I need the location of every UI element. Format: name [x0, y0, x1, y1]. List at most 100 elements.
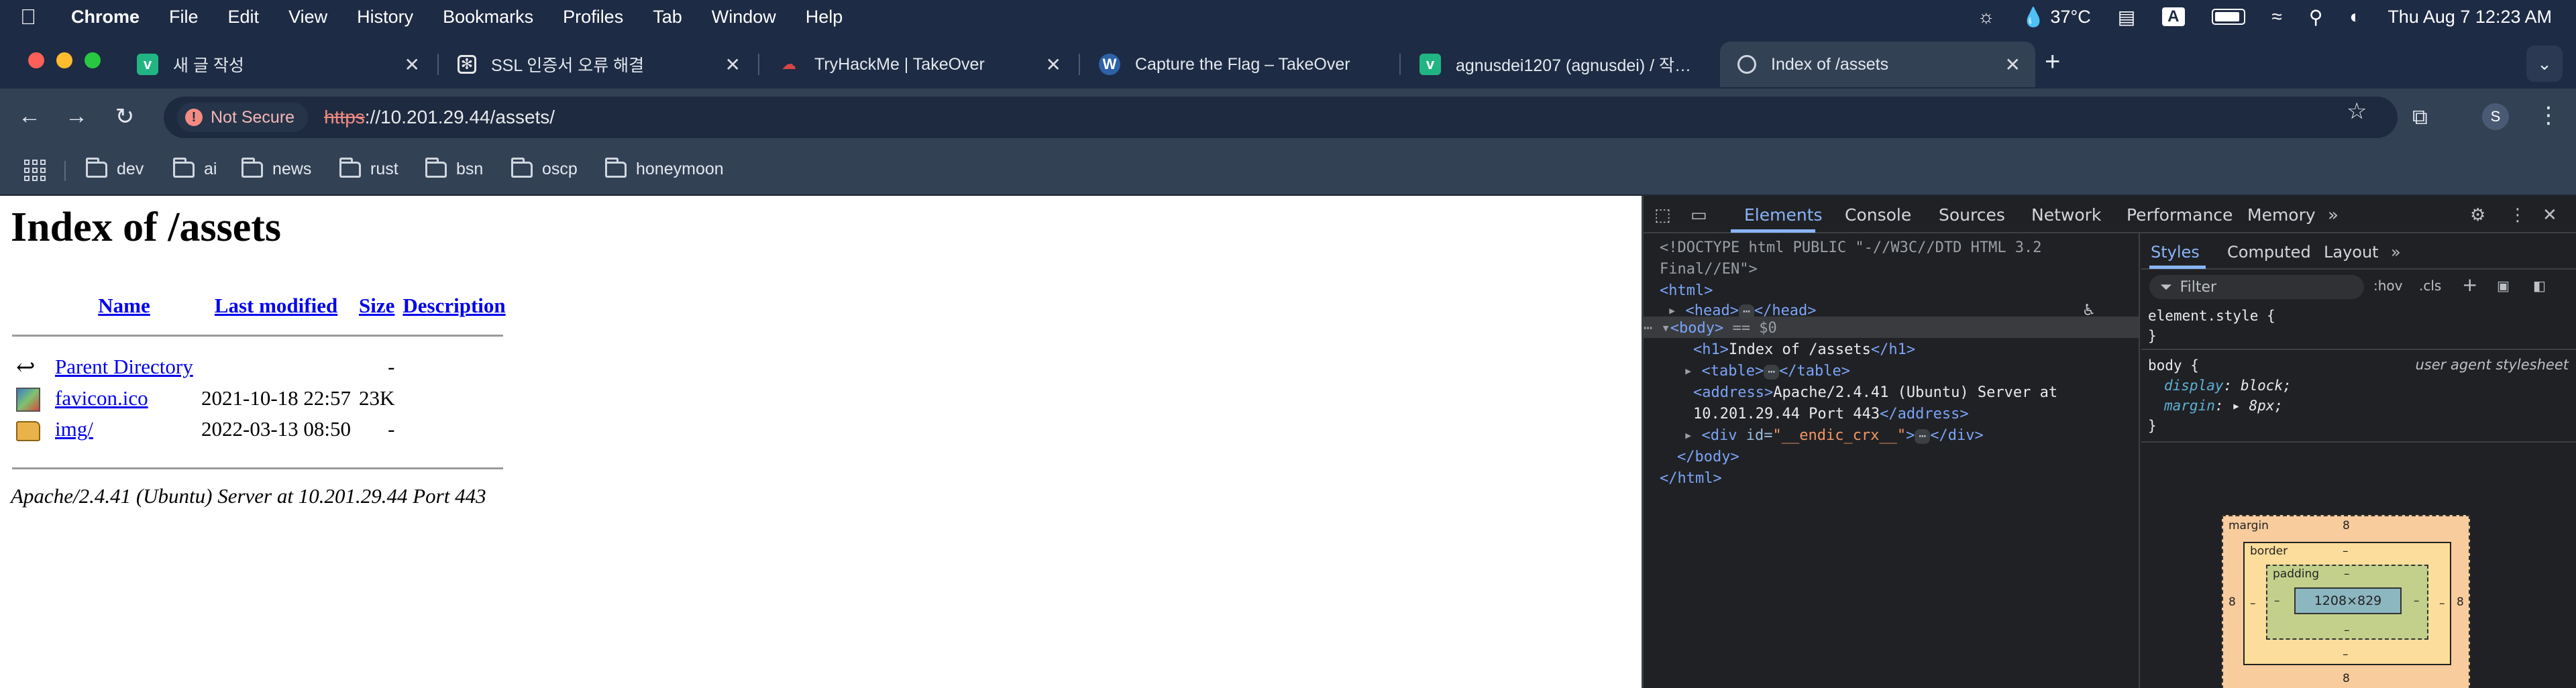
paint-brush-icon[interactable]: ▣: [2497, 278, 2510, 294]
tab-agnusdei[interactable]: v agnusdei1207 (agnusdei) / 작…: [1402, 42, 1717, 87]
devtools-tab-elements[interactable]: Elements: [1744, 205, 1823, 225]
tab-search-button[interactable]: ⌄: [2526, 46, 2563, 82]
tab-new-post[interactable]: v 새 글 작성 ✕: [119, 42, 435, 87]
chrome-menu-icon[interactable]: ⋮: [2537, 102, 2560, 129]
site-security-chip[interactable]: ! Not Secure: [177, 103, 309, 132]
menu-history[interactable]: History: [357, 7, 413, 27]
close-icon[interactable]: ✕: [725, 54, 741, 76]
expand-arrow-icon[interactable]: ▸: [1684, 427, 1693, 444]
box-model-margin[interactable]: margin 8 8 8 8 border – – – – padding – …: [2222, 515, 2470, 688]
menu-profiles[interactable]: Profiles: [563, 7, 623, 27]
tab-index-of-assets[interactable]: Index of /assets ✕: [1720, 42, 2035, 87]
close-devtools-icon[interactable]: ✕: [2542, 205, 2557, 225]
expand-arrow-icon[interactable]: ▸: [1668, 302, 1676, 319]
expand-arrow-icon[interactable]: ▸: [2232, 398, 2249, 414]
dom-node-table[interactable]: ▸ <table> ⋯ </table>: [1684, 361, 1850, 382]
collapse-arrow-icon[interactable]: ▾: [1662, 320, 1670, 337]
accessibility-tree-icon[interactable]: ♿: [2084, 299, 2094, 321]
new-style-rule-icon[interactable]: +: [2462, 274, 2477, 296]
bookmark-folder-bsn[interactable]: bsn: [425, 157, 483, 179]
devtools-tab-network[interactable]: Network: [2031, 205, 2101, 225]
menu-help[interactable]: Help: [806, 7, 843, 27]
apps-grid-icon[interactable]: [24, 160, 46, 181]
css-declaration-display[interactable]: display: block;: [2148, 376, 2292, 396]
devtools-tab-console[interactable]: Console: [1845, 205, 1911, 225]
menu-view[interactable]: View: [288, 7, 327, 27]
close-window-button[interactable]: [28, 52, 44, 68]
body-style-rule[interactable]: body { display: block; margin: ▸ 8px; }: [2148, 355, 2292, 436]
battery-icon[interactable]: [2211, 9, 2245, 25]
css-declaration-margin[interactable]: margin: ▸ 8px;: [2148, 396, 2292, 416]
class-toggle[interactable]: .cls: [2419, 278, 2441, 294]
device-toolbar-icon[interactable]: ▭: [1690, 205, 1707, 225]
settings-gear-icon[interactable]: ⚙: [2470, 205, 2485, 225]
collapsed-ellipsis-icon[interactable]: ⋯: [1738, 304, 1754, 319]
bookmark-folder-dev[interactable]: dev: [86, 157, 144, 179]
dom-node-html-close[interactable]: </html>: [1660, 468, 1722, 490]
dom-node-h1[interactable]: <h1>Index of /assets</h1>: [1693, 339, 1915, 361]
menu-file[interactable]: File: [169, 7, 199, 27]
sort-by-name-link[interactable]: Name: [98, 294, 150, 317]
collapsed-ellipsis-icon[interactable]: ⋯: [1764, 365, 1780, 380]
tab-ssl-error[interactable]: ✻ SSL 인증서 오류 해결 ✕: [440, 42, 755, 87]
dom-node-body-close[interactable]: </body>: [1677, 447, 1739, 468]
menu-app-chrome[interactable]: Chrome: [71, 7, 140, 27]
reload-button[interactable]: ↻: [110, 103, 140, 130]
hover-state-toggle[interactable]: :hov: [2373, 278, 2403, 294]
menu-window[interactable]: Window: [712, 7, 776, 27]
dom-node-address[interactable]: <address>Apache/2.4.41 (Ubuntu) Server a…: [1693, 382, 2057, 404]
toggle-sidebar-icon[interactable]: ◧: [2533, 278, 2546, 294]
dom-doctype-line-1[interactable]: <!DOCTYPE html PUBLIC "-//W3C//DTD HTML …: [1660, 237, 2042, 259]
wifi-icon[interactable]: ≈: [2272, 6, 2282, 27]
styles-tab-layout[interactable]: Layout: [2324, 243, 2379, 262]
control-center-icon[interactable]: ◐: [2349, 6, 2361, 27]
apple-icon[interactable]: : [20, 5, 47, 30]
dom-doctype-line-2[interactable]: Final//EN">: [1660, 259, 1758, 280]
element-style-rule[interactable]: element.style { }: [2148, 306, 2275, 346]
devtools-tab-performance[interactable]: Performance: [2127, 205, 2233, 225]
menu-bookmarks[interactable]: Bookmarks: [443, 7, 533, 27]
extensions-icon[interactable]: ⧉: [2412, 105, 2428, 130]
bookmark-folder-news[interactable]: news: [241, 157, 311, 179]
url-text[interactable]: https://10.201.29.44/assets/: [324, 107, 555, 128]
bookmark-folder-honeymoon[interactable]: honeymoon: [605, 157, 724, 179]
styles-tab-styles[interactable]: Styles: [2151, 243, 2200, 262]
search-icon[interactable]: ⚲: [2309, 6, 2323, 28]
close-icon[interactable]: ✕: [2005, 54, 2021, 76]
parent-directory-link[interactable]: Parent Directory: [55, 355, 193, 378]
sort-by-description-link[interactable]: Description: [402, 294, 505, 317]
collapsed-ellipsis-icon[interactable]: ⋯: [1915, 429, 1931, 444]
close-icon[interactable]: ✕: [1046, 54, 1061, 76]
menubar-clock[interactable]: Thu Aug 7 12:23 AM: [2387, 7, 2552, 27]
favicon-link[interactable]: favicon.ico: [55, 386, 148, 410]
address-bar[interactable]: ! Not Secure https://10.201.29.44/assets…: [164, 97, 2398, 138]
bookmark-folder-oscp[interactable]: oscp: [511, 157, 578, 179]
more-tabs-icon[interactable]: »: [2328, 205, 2339, 225]
more-panes-icon[interactable]: »: [2391, 243, 2401, 262]
dom-node-html[interactable]: <html>: [1660, 280, 1713, 302]
inspect-element-icon[interactable]: ⬚: [1654, 205, 1671, 225]
menu-tab[interactable]: Tab: [653, 7, 682, 27]
expand-arrow-icon[interactable]: ▸: [1684, 363, 1693, 380]
back-button[interactable]: ←: [15, 103, 44, 129]
focus-mode-icon[interactable]: ☼: [1978, 6, 1995, 27]
dom-node-div[interactable]: ▸ <div id="__endic_crx__"> ⋯ </div>: [1684, 425, 1984, 447]
more-options-icon[interactable]: ⋮: [2509, 205, 2526, 225]
sort-by-size-link[interactable]: Size: [359, 294, 394, 317]
dom-node-address-cont[interactable]: 10.201.29.44 Port 443</address>: [1693, 404, 1969, 425]
forward-button[interactable]: →: [62, 103, 91, 129]
fullscreen-window-button[interactable]: [85, 52, 101, 68]
tab-tryhackme[interactable]: ☁ TryHackMe | TakeOver ✕: [761, 42, 1076, 87]
devtools-tab-memory[interactable]: Memory: [2247, 205, 2316, 225]
devtools-tab-sources[interactable]: Sources: [1939, 205, 2005, 225]
tab-capture-the-flag[interactable]: W Capture the Flag – TakeOver: [1081, 42, 1397, 87]
box-model-content[interactable]: 1208×829: [2294, 587, 2402, 614]
bookmark-folder-rust[interactable]: rust: [339, 157, 398, 179]
bed-icon[interactable]: ▤: [2118, 6, 2135, 28]
dom-node-body[interactable]: ⋯ ▾<body> == $0: [1644, 318, 1777, 339]
bookmark-folder-ai[interactable]: ai: [173, 157, 217, 179]
node-actions-icon[interactable]: ⋯: [1644, 320, 1652, 337]
weather-status[interactable]: 💧 37°C: [2021, 6, 2090, 28]
sort-by-modified-link[interactable]: Last modified: [215, 294, 337, 317]
profile-avatar[interactable]: S: [2482, 103, 2509, 130]
